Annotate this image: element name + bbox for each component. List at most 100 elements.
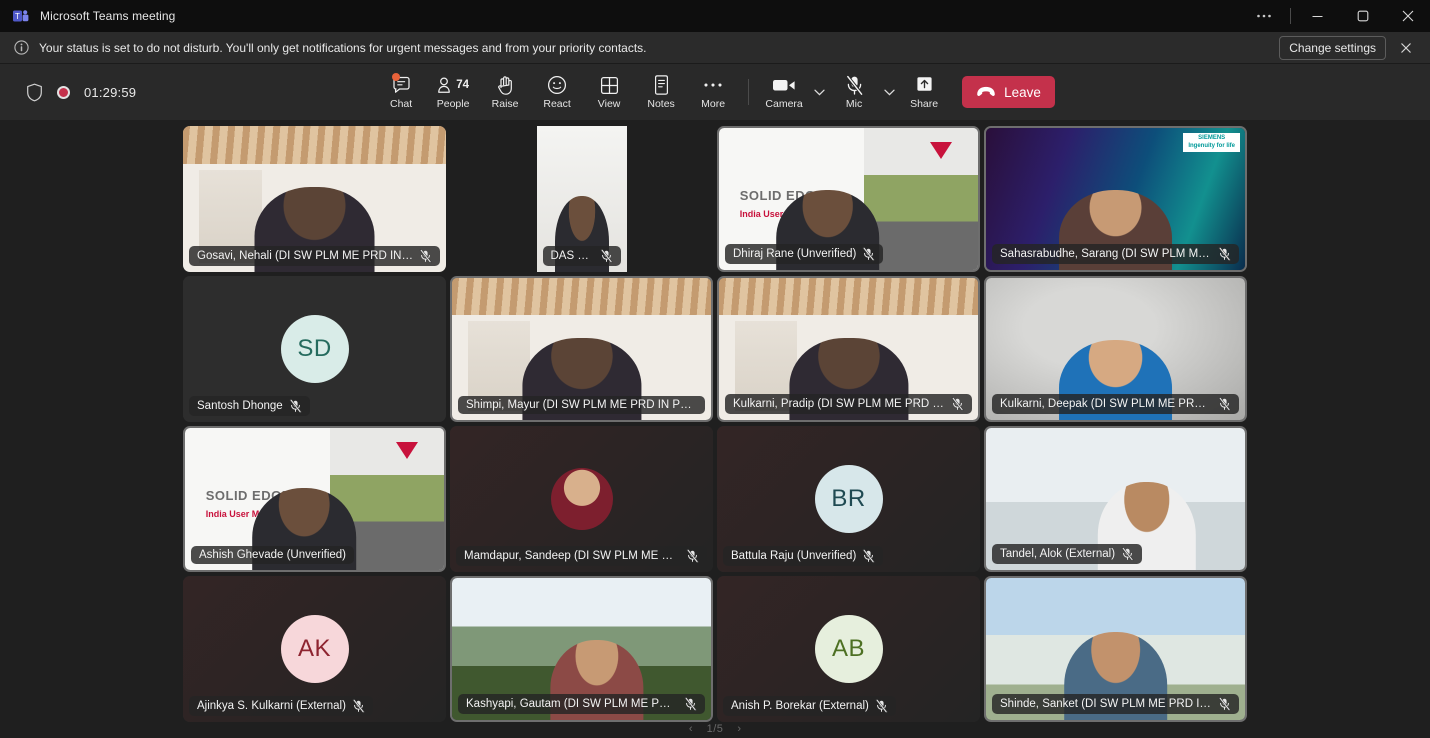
participant-tile[interactable]: AK Ajinkya S. Kulkarni (External) xyxy=(183,576,446,722)
participant-name-chip: Shinde, Sanket (DI SW PLM ME PRD IN P… xyxy=(992,694,1239,714)
camera-icon xyxy=(772,74,796,96)
pagination-prev-button[interactable]: ‹ xyxy=(689,723,693,735)
participant-name: DAS PRAKASH (Unverified) xyxy=(550,250,594,262)
people-label: People xyxy=(436,98,470,111)
people-button[interactable]: 74 People xyxy=(427,67,479,117)
participant-cell: Shinde, Sanket (DI SW PLM ME PRD IN P… xyxy=(982,574,1249,724)
participant-name-chip: Kashyapi, Gautam (DI SW PLM ME PRD I… xyxy=(458,694,705,714)
mic-muted-icon xyxy=(1218,247,1231,261)
info-icon xyxy=(14,40,29,55)
participant-name: Kashyapi, Gautam (DI SW PLM ME PRD I… xyxy=(466,698,678,710)
participant-cell: Mamdapur, Sandeep (DI SW PLM ME PR… xyxy=(448,424,715,574)
avatar: AB xyxy=(814,615,883,683)
recording-dot-icon xyxy=(57,85,70,99)
participant-tile[interactable]: SIEMENS Ingenuity for life Sahasrabudhe, S… xyxy=(984,126,1247,272)
close-button[interactable] xyxy=(1385,0,1430,32)
mic-chevron-down-icon[interactable] xyxy=(880,67,898,117)
participant-tile[interactable]: Mamdapur, Sandeep (DI SW PLM ME PR… xyxy=(450,426,713,572)
meeting-stage: Gosavi, Nehali (DI SW PLM ME PRD IN P… D… xyxy=(0,120,1430,738)
participant-name: Santosh Dhonge xyxy=(197,400,283,412)
participant-cell: DAS PRAKASH (Unverified) xyxy=(448,124,715,274)
participant-name: Sahasrabudhe, Sarang (DI SW PLM ME P… xyxy=(1000,248,1212,260)
more-label: More xyxy=(701,98,726,111)
participant-tile[interactable]: Kulkarni, Pradip (DI SW PLM ME PRD IN … xyxy=(717,276,980,422)
raise-hand-button[interactable]: Raise xyxy=(479,67,531,117)
mic-button[interactable]: Mic xyxy=(828,67,880,117)
maximize-button[interactable] xyxy=(1340,0,1385,32)
participant-name-chip: DAS PRAKASH (Unverified) xyxy=(542,246,621,266)
participant-tile[interactable]: Shinde, Sanket (DI SW PLM ME PRD IN P… xyxy=(984,576,1247,722)
participant-name-chip: Dhiraj Rane (Unverified) xyxy=(725,244,884,264)
participant-cell: SOLID EDGE India User Meet 2024.3 Ashish G… xyxy=(181,424,448,574)
participant-name-chip: Ajinkya S. Kulkarni (External) xyxy=(189,696,373,716)
mic-muted-icon xyxy=(1218,697,1231,711)
meeting-timer: 01:29:59 xyxy=(84,84,137,100)
leave-button[interactable]: Leave xyxy=(962,76,1055,108)
svg-text:T: T xyxy=(15,12,20,21)
change-settings-button[interactable]: Change settings xyxy=(1279,35,1386,60)
camera-button[interactable]: Camera xyxy=(758,67,810,117)
more-ellipsis-icon xyxy=(703,74,723,96)
pagination-page-indicator: 1/5 xyxy=(706,723,724,735)
banner-message: Your status is set to do not disturb. Yo… xyxy=(39,40,647,55)
participant-name-chip: Battula Raju (Unverified) xyxy=(723,546,884,566)
participant-name: Shimpi, Mayur (DI SW PLM ME PRD IN PL1 3… xyxy=(466,399,697,411)
participant-cell: Shimpi, Mayur (DI SW PLM ME PRD IN PL1 3… xyxy=(448,274,715,424)
participant-tile[interactable]: Kulkarni, Deepak (DI SW PLM ME PRD IN… xyxy=(984,276,1247,422)
toolbar-divider xyxy=(748,79,750,105)
meeting-toolbar: 01:29:59 Chat 74 People Raise React View… xyxy=(0,64,1430,120)
share-up-arrow-icon xyxy=(915,74,934,96)
mic-muted-icon xyxy=(862,247,875,261)
participant-tile[interactable]: SD Santosh Dhonge xyxy=(183,276,446,422)
share-button[interactable]: Share xyxy=(898,67,950,117)
participant-name: Shinde, Sanket (DI SW PLM ME PRD IN P… xyxy=(1000,698,1212,710)
participant-name: Anish P. Borekar (External) xyxy=(731,700,869,712)
participant-cell: AB Anish P. Borekar (External) xyxy=(715,574,982,724)
participant-cell: Kulkarni, Pradip (DI SW PLM ME PRD IN … xyxy=(715,274,982,424)
participant-tile[interactable]: SOLID EDGE India User Meet Dhiraj Rane (Un… xyxy=(717,126,980,272)
participant-name: Kulkarni, Deepak (DI SW PLM ME PRD IN… xyxy=(1000,398,1212,410)
react-smiley-icon xyxy=(547,74,567,96)
title-bar: T Microsoft Teams meeting xyxy=(0,0,1430,32)
mic-muted-icon xyxy=(684,697,697,711)
participant-cell: Kashyapi, Gautam (DI SW PLM ME PRD I… xyxy=(448,574,715,724)
view-label: View xyxy=(597,98,621,111)
chat-button[interactable]: Chat xyxy=(375,67,427,117)
participant-tile[interactable]: AB Anish P. Borekar (External) xyxy=(717,576,980,722)
leave-label: Leave xyxy=(1004,84,1041,100)
shield-icon[interactable] xyxy=(26,83,43,102)
react-button[interactable]: React xyxy=(531,67,583,117)
participant-tile[interactable]: Gosavi, Nehali (DI SW PLM ME PRD IN P… xyxy=(183,126,446,272)
participant-tile[interactable]: Shimpi, Mayur (DI SW PLM ME PRD IN PL1 3… xyxy=(450,276,713,422)
camera-chevron-down-icon[interactable] xyxy=(810,67,828,117)
participant-tile[interactable]: DAS PRAKASH (Unverified) xyxy=(536,126,627,272)
participant-name-chip: Anish P. Borekar (External) xyxy=(723,696,896,716)
view-button[interactable]: View xyxy=(583,67,635,117)
participant-tile[interactable]: BR Battula Raju (Unverified) xyxy=(717,426,980,572)
more-button[interactable]: More xyxy=(687,67,739,117)
pagination-next-button[interactable]: › xyxy=(737,723,741,735)
window-more-button[interactable] xyxy=(1242,0,1286,32)
participant-name-chip: Mamdapur, Sandeep (DI SW PLM ME PR… xyxy=(456,546,707,566)
pagination: ‹ 1/5 › xyxy=(0,720,1430,738)
participant-tile[interactable]: SOLID EDGE India User Meet 2024.3 Ashish G… xyxy=(183,426,446,572)
toolbar-left-group: 01:29:59 xyxy=(14,83,136,102)
minimize-button[interactable] xyxy=(1295,0,1340,32)
participant-name-chip: Sahasrabudhe, Sarang (DI SW PLM ME P… xyxy=(992,244,1239,264)
participant-name: Battula Raju (Unverified) xyxy=(731,550,857,562)
mic-muted-icon xyxy=(845,74,864,96)
share-label: Share xyxy=(910,98,939,111)
hangup-icon xyxy=(976,85,996,100)
avatar: SD xyxy=(280,315,349,383)
mic-muted-icon xyxy=(1218,397,1231,411)
participant-tile[interactable]: Kashyapi, Gautam (DI SW PLM ME PRD I… xyxy=(450,576,713,722)
participant-cell: SD Santosh Dhonge xyxy=(181,274,448,424)
banner-close-icon[interactable] xyxy=(1392,35,1420,61)
notes-button[interactable]: Notes xyxy=(635,67,687,117)
raise-label: Raise xyxy=(491,98,519,111)
notes-icon xyxy=(653,74,670,96)
view-grid-icon xyxy=(600,74,619,96)
participant-tile[interactable]: Tandel, Alok (External) xyxy=(984,426,1247,572)
participant-cell: AK Ajinkya S. Kulkarni (External) xyxy=(181,574,448,724)
teams-logo-icon: T xyxy=(12,7,30,25)
